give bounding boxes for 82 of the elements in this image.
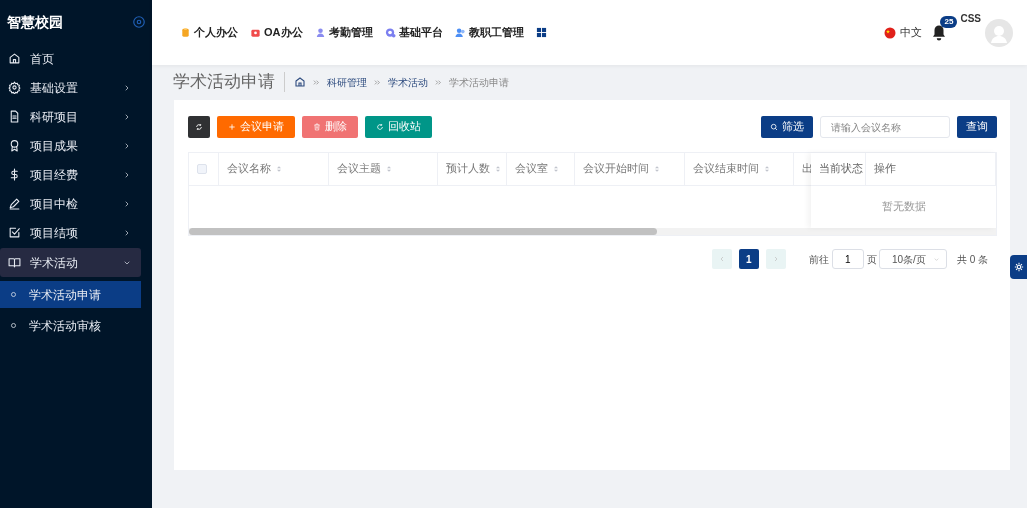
sort-icon bbox=[763, 165, 771, 173]
scrollbar-thumb[interactable] bbox=[189, 228, 657, 235]
column-header[interactable]: 会议室 bbox=[515, 161, 548, 177]
chevron-right-icon bbox=[123, 228, 131, 237]
sidebar-item[interactable]: 科研项目 bbox=[0, 102, 141, 131]
chevron-right-icon bbox=[123, 199, 131, 208]
brand-title: 智慧校园 bbox=[7, 12, 63, 32]
page-size-select[interactable]: 10条/页 bbox=[878, 249, 947, 269]
settings-icon bbox=[1013, 262, 1024, 272]
column-header: 当前状态 bbox=[819, 161, 863, 177]
sidebar-item[interactable]: 基础设置 bbox=[0, 73, 141, 102]
book-icon bbox=[8, 256, 21, 269]
sidebar-item[interactable]: 项目中检 bbox=[0, 189, 141, 218]
chevron-right-icon bbox=[123, 141, 131, 150]
grid-menu-icon[interactable] bbox=[535, 27, 547, 38]
page-unit-label: 页 bbox=[866, 252, 877, 267]
document-icon bbox=[8, 110, 21, 123]
select-all-checkbox[interactable] bbox=[197, 164, 207, 174]
column-header[interactable]: 预计人数 bbox=[446, 161, 490, 177]
page-button[interactable]: 1 bbox=[738, 249, 759, 269]
plus-icon bbox=[228, 123, 236, 131]
goto-label: 前往 bbox=[808, 252, 829, 267]
separator-icon bbox=[312, 77, 321, 87]
language-selector[interactable]: 中文 bbox=[900, 24, 923, 41]
refresh-button[interactable] bbox=[188, 116, 210, 138]
app-link[interactable]: OA办公 bbox=[250, 24, 303, 41]
separator-icon bbox=[434, 77, 443, 87]
sort-icon bbox=[385, 165, 393, 173]
submenu-item[interactable]: 学术活动审核 bbox=[0, 312, 141, 339]
sidebar-item[interactable]: 首页 bbox=[0, 44, 141, 73]
sidebar-item[interactable]: 项目经费 bbox=[0, 160, 141, 189]
page-input[interactable]: 1 bbox=[831, 249, 864, 269]
pencil-icon bbox=[8, 197, 21, 210]
circle-icon bbox=[10, 322, 17, 329]
breadcrumb-link[interactable]: 科研管理 bbox=[327, 74, 367, 90]
search-field[interactable]: 请输入会议名称 bbox=[820, 116, 950, 138]
column-header[interactable]: 会议主题 bbox=[337, 161, 381, 177]
query-button[interactable]: 查询 bbox=[957, 116, 997, 138]
column-header[interactable]: 会议结束时间 bbox=[693, 161, 759, 177]
circle-icon bbox=[10, 291, 17, 298]
refresh-icon bbox=[195, 123, 203, 131]
empty-message: 暂无数据 bbox=[881, 199, 926, 215]
app-link[interactable]: 考勤管理 bbox=[314, 24, 373, 41]
sort-icon bbox=[552, 165, 560, 173]
username: CSS bbox=[960, 12, 981, 26]
app-link[interactable]: 个人办公 bbox=[180, 24, 238, 41]
app-link[interactable]: 教职工管理 bbox=[454, 24, 524, 41]
search-icon bbox=[770, 123, 778, 131]
trash-icon bbox=[313, 123, 321, 131]
app-link[interactable]: 基础平台 bbox=[384, 24, 443, 41]
column-header: 操作 bbox=[874, 161, 896, 177]
sidebar-item[interactable]: 项目成果 bbox=[0, 131, 141, 160]
dollar-icon bbox=[8, 168, 21, 181]
home-icon bbox=[8, 52, 21, 65]
refresh-icon bbox=[376, 123, 384, 131]
sort-icon bbox=[494, 165, 502, 173]
home-icon[interactable] bbox=[294, 76, 306, 88]
chevron-right-icon bbox=[123, 83, 131, 92]
filter-button[interactable]: 筛选 bbox=[761, 116, 813, 138]
notification-count: 25 bbox=[940, 15, 958, 28]
recycle-button[interactable]: 回收站 bbox=[365, 116, 432, 138]
china-flag-icon bbox=[884, 26, 897, 39]
sort-icon bbox=[653, 165, 661, 173]
chevron-right-icon bbox=[123, 170, 131, 179]
toggle-icon[interactable] bbox=[132, 15, 146, 29]
column-header[interactable]: 会议名称 bbox=[227, 161, 271, 177]
column-header[interactable]: 出 bbox=[802, 161, 812, 177]
submenu-item[interactable]: 学术活动申请 bbox=[0, 281, 141, 308]
checkbox-icon bbox=[8, 226, 21, 239]
breadcrumb-link[interactable]: 学术活动 bbox=[388, 74, 428, 90]
caret-icon bbox=[932, 255, 940, 263]
chevron-right-icon bbox=[123, 112, 131, 121]
column-header[interactable]: 会议开始时间 bbox=[583, 161, 649, 177]
settings-icon bbox=[8, 81, 21, 94]
award-icon bbox=[8, 139, 21, 152]
settings-button[interactable] bbox=[1010, 255, 1027, 279]
sidebar-item[interactable]: 项目结项 bbox=[0, 218, 141, 247]
sidebar-item[interactable]: 学术活动 bbox=[0, 248, 141, 277]
total-count: 共 0 条 bbox=[956, 252, 988, 267]
separator-icon bbox=[373, 77, 382, 87]
page-title: 学术活动申请 bbox=[173, 72, 285, 92]
sort-icon bbox=[275, 165, 283, 173]
